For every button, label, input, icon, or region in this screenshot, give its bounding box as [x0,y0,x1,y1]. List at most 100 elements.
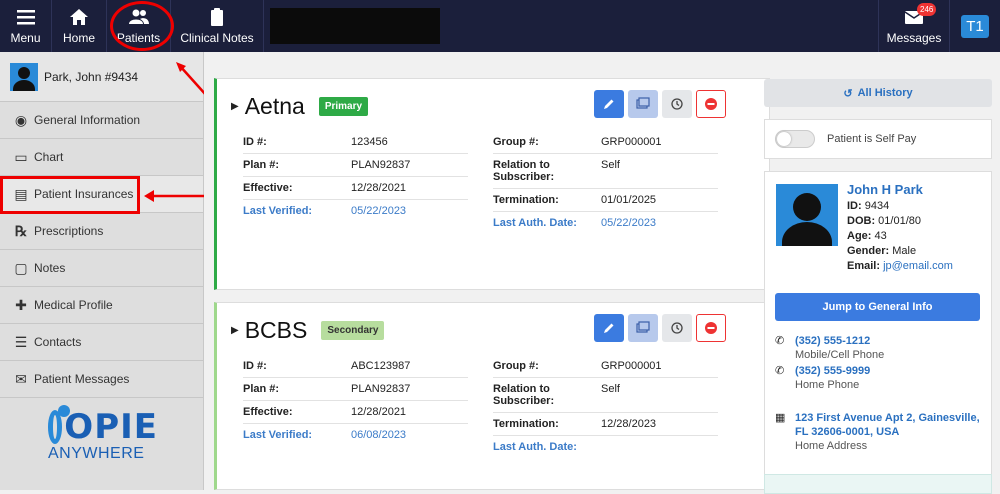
sidebar-item-chart[interactable]: ▭ Chart [0,139,203,176]
patient-gender: Male [892,245,917,257]
field-row: ID #: 123456 [243,131,468,154]
all-history-label: All History [857,87,913,99]
insurance-card-primary: ▶ Aetna Primary ID #: 123456 Plan #: PLAN9… [214,78,770,290]
sidebar-item-label: Contacts [34,335,82,349]
history-button[interactable] [662,90,692,118]
expand-caret-icon[interactable]: ▶ [231,325,239,336]
delete-button[interactable] [696,90,726,118]
sidebar-item-label: General Information [34,113,141,127]
sidebar-item-label: Notes [34,261,66,275]
sidebar-item-medical-profile[interactable]: ✚ Medical Profile [0,287,203,324]
sidebar-item-notes[interactable]: ▢ Notes [0,250,203,287]
last-auth-row: Last Auth. Date: 05/22/2023 [493,217,657,229]
primary-tag: Primary [318,97,369,116]
home-label: Home [62,31,95,45]
contact-address: ▦ 123 First Avenue Apt 2, Gainesville, FL… [775,411,980,452]
home-button[interactable]: Home [52,0,107,52]
last-verified-row: Last Verified: 06/08/2023 [243,429,407,441]
all-history-button[interactable]: ↺ All History [764,79,992,107]
self-pay-row: Patient is Self Pay [764,119,992,159]
patient-id: 9434 [864,200,890,212]
user-menu[interactable]: T1 [950,0,1000,52]
history-button[interactable] [662,314,692,342]
menu-label: Menu [10,31,41,45]
field-row: Group #: GRP000001 [493,355,718,378]
last-verified-row: Last Verified: 05/22/2023 [243,205,407,217]
field-row: Termination: 12/28/2023 [493,413,718,436]
envelope-icon: ✉ [15,370,27,387]
delete-button[interactable] [696,314,726,342]
insurances-panel: ▶ Aetna Primary ID #: 123456 Plan #: PLAN9… [204,52,770,490]
field-row: Plan #: PLAN92837 [243,154,468,177]
logo-bottom-text: ANYWHERE [48,445,145,462]
history-icon [671,322,683,334]
sidebar-item-label: Prescriptions [34,224,104,238]
contact-mobile: ✆ (352) 555-1212 Mobile/Cell Phone [775,334,885,361]
redacted-search-area [270,8,440,44]
note-icon: ▢ [14,259,28,276]
sidebar-item-general-information[interactable]: ◉ General Information [0,102,203,139]
field-row: ID #: ABC123987 [243,355,468,378]
user-circle-icon: ◉ [14,111,28,128]
address-link[interactable]: 123 First Avenue Apt 2, Gainesville, [795,411,980,425]
edit-button[interactable] [594,314,624,342]
insurance-name: BCBS [244,317,308,343]
jump-to-general-info-button[interactable]: Jump to General Info [775,293,980,321]
last-auth-row: Last Auth. Date: [493,441,577,453]
sidebar-item-prescriptions[interactable]: ℞ Prescriptions [0,213,203,250]
menu-button[interactable]: Menu [0,0,52,52]
patient-age: 43 [874,230,887,242]
history-icon [671,98,683,110]
patient-sidebar: Park, John #9434 ◉ General Information ▭… [0,52,204,490]
expand-caret-icon[interactable]: ▶ [231,101,239,112]
minus-circle-icon [705,98,717,110]
phone-icon: ✆ [775,365,785,377]
sidebar-item-label: Medical Profile [34,298,113,312]
edit-button[interactable] [594,90,624,118]
sidebar-patient-name: Park, John #9434 [44,69,139,84]
phone-icon: ✆ [775,335,785,347]
sidebar-item-label: Patient Messages [34,372,130,386]
card-images-button[interactable] [628,90,658,118]
minus-circle-icon [705,322,717,334]
secondary-tag: Secondary [321,321,385,340]
avatar [10,62,38,91]
sidebar-item-label: Chart [34,150,64,164]
field-row: Effective: 12/28/2021 [243,401,468,424]
messages-button[interactable]: 246 Messages [878,0,950,52]
messages-label: Messages [886,31,942,45]
user-initials: T1 [961,14,989,38]
folder-icon: ▭ [14,148,28,165]
sidebar-patient-header[interactable]: Park, John #9434 [0,52,203,102]
building-icon: ▦ [775,412,786,424]
field-row: Effective: 12/28/2021 [243,177,468,200]
opie-anywhere-logo: OPIE ANYWHERE [48,405,158,463]
hamburger-icon [16,10,35,25]
phone-number-link[interactable]: (352) 555-9999 [795,364,870,378]
patient-dob: 01/01/80 [878,215,921,227]
patient-name[interactable]: John H Park [847,182,953,197]
patient-email-link[interactable]: jp@email.com [883,260,953,272]
sidebar-item-patient-messages[interactable]: ✉ Patient Messages [0,361,203,398]
insurance-name: Aetna [244,93,305,119]
notice-box [764,474,992,494]
field-row: Group #: GRP000001 [493,131,718,154]
clinical-notes-button[interactable]: Clinical Notes [171,0,264,52]
card-images-button[interactable] [628,314,658,342]
patient-card: John H Park ID: 9434 DOB: 01/01/80 Age: … [764,171,992,490]
self-pay-label: Patient is Self Pay [827,133,917,145]
sidebar-item-contacts[interactable]: ☰ Contacts [0,324,203,361]
phone-number-link[interactable]: (352) 555-1212 [795,334,884,348]
home-icon [70,9,88,25]
pencil-icon [604,99,614,109]
rx-icon: ℞ [14,222,28,239]
self-pay-toggle[interactable] [775,130,815,148]
messages-count-badge: 246 [917,3,937,16]
field-row: Plan #: PLAN92837 [243,378,468,401]
contact-home-phone: ✆ (352) 555-9999 Home Phone [775,364,871,391]
images-icon [636,321,650,333]
annotation-circle [110,1,174,51]
images-icon [636,97,650,109]
field-row: Relation to Subscriber: Self [493,154,718,189]
insurance-card-secondary: ▶ BCBS Secondary ID #: ABC123987 Plan #: P… [214,302,770,490]
